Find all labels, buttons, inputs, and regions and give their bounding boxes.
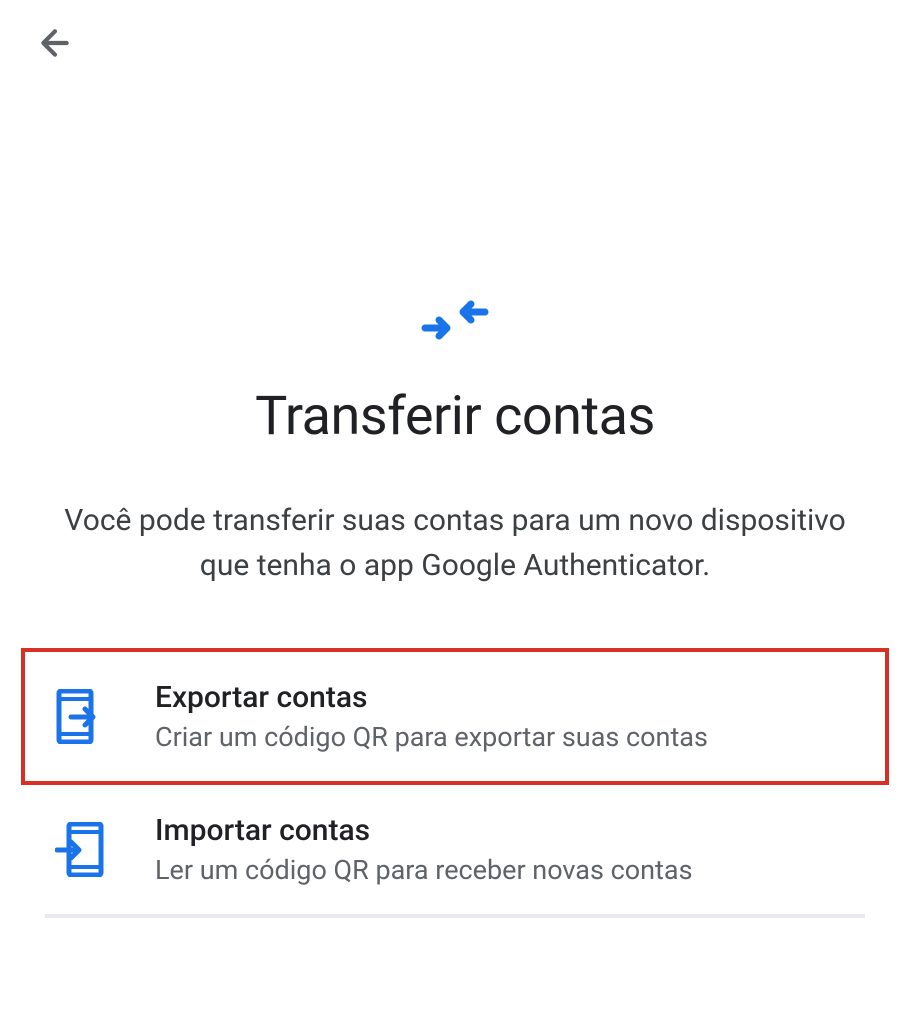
divider <box>45 914 865 918</box>
arrow-back-icon <box>35 23 75 67</box>
import-title: Importar contas <box>155 813 693 848</box>
import-phone-icon <box>55 822 105 877</box>
export-phone-icon <box>55 689 105 744</box>
import-accounts-option[interactable]: Importar contas Ler um código QR para re… <box>25 785 885 914</box>
page-description: Você pode transferir suas contas para um… <box>40 498 870 588</box>
export-title: Exportar contas <box>155 680 708 715</box>
export-accounts-option[interactable]: Exportar contas Criar um código QR para … <box>21 648 889 785</box>
back-button[interactable] <box>30 20 80 70</box>
export-subtitle: Criar um código QR para exportar suas co… <box>155 721 708 753</box>
transfer-arrows-icon <box>40 290 870 350</box>
import-subtitle: Ler um código QR para receber novas cont… <box>155 854 693 886</box>
page-title: Transferir contas <box>40 385 870 448</box>
